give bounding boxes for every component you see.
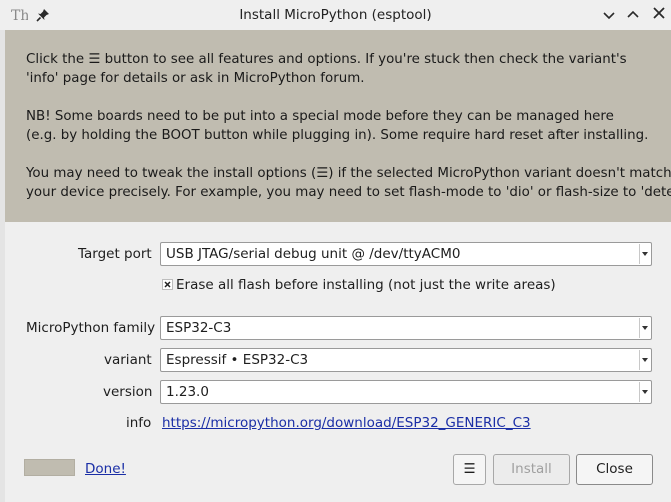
version-value: 1.23.0: [166, 384, 209, 400]
info-panel: Click the ☰ button to see all features a…: [5, 30, 671, 222]
title-bar: Th Install MicroPython (esptool): [0, 0, 671, 30]
variant-value: Espressif • ESP32-C3: [166, 352, 309, 368]
info-text-line: your device precisely. For example, you …: [26, 185, 671, 200]
family-label: MicroPython family: [26, 320, 156, 336]
info-paragraph-boot-mode: NB! Some boards need to be put into a sp…: [26, 107, 648, 145]
target-port-value: USB JTAG/serial debug unit @ /dev/ttyACM…: [166, 246, 461, 262]
info-page-link[interactable]: https://micropython.org/download/ESP32_G…: [162, 414, 531, 432]
variant-select[interactable]: Espressif • ESP32-C3: [160, 348, 652, 372]
erase-flash-checkbox[interactable]: [162, 279, 173, 290]
close-icon[interactable]: [651, 5, 667, 21]
install-button[interactable]: Install: [493, 454, 570, 485]
target-port-label: Target port: [78, 246, 152, 262]
variant-label: variant: [104, 352, 152, 368]
version-select[interactable]: 1.23.0: [160, 380, 652, 404]
dropdown-arrow-icon[interactable]: [639, 382, 650, 402]
version-label: version: [103, 384, 153, 400]
close-button[interactable]: Close: [576, 454, 653, 485]
dropdown-arrow-icon[interactable]: [639, 350, 650, 370]
erase-flash-label[interactable]: Erase all flash before installing (not j…: [176, 276, 556, 294]
dropdown-arrow-icon[interactable]: [639, 244, 650, 264]
info-paragraph-options: Click the ☰ button to see all features a…: [26, 50, 627, 88]
window-title: Install MicroPython (esptool): [239, 7, 432, 23]
family-value: ESP32-C3: [166, 320, 232, 336]
info-text-line: 'info' page for details or ask in MicroP…: [26, 71, 365, 86]
info-text-line: (e.g. by holding the BOOT button while p…: [26, 128, 649, 143]
family-select[interactable]: ESP32-C3: [160, 316, 652, 340]
info-text-line: You may need to tweak the install option…: [26, 166, 671, 181]
dropdown-arrow-icon[interactable]: [639, 318, 650, 338]
info-label: info: [126, 415, 152, 431]
status-done-link[interactable]: Done!: [85, 460, 126, 478]
maximize-icon[interactable]: [625, 7, 641, 23]
progress-indicator: [24, 459, 75, 476]
target-port-select[interactable]: USB JTAG/serial debug unit @ /dev/ttyACM…: [160, 242, 652, 266]
options-menu-button[interactable]: ☰: [453, 454, 486, 485]
info-paragraph-tweak: You may need to tweak the install option…: [26, 164, 671, 202]
info-text-line: NB! Some boards need to be put into a sp…: [26, 109, 614, 124]
info-text-line: Click the ☰ button to see all features a…: [26, 52, 627, 67]
minimize-icon[interactable]: [601, 7, 617, 23]
